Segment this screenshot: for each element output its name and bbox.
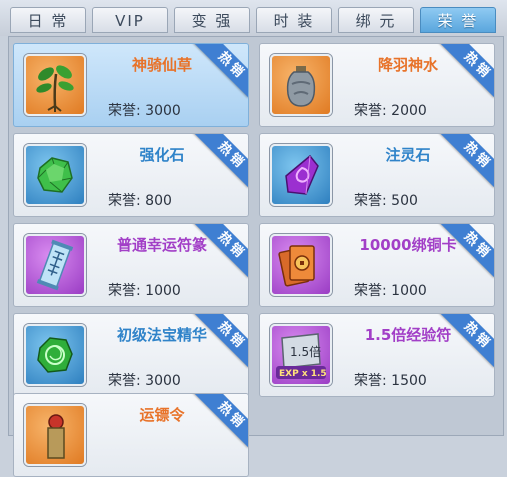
shop-item-card[interactable]: 神骑仙草 荣誉: 3000 热销 xyxy=(13,43,249,127)
shop-item-card[interactable]: 运镖令 热销 xyxy=(13,393,249,477)
item-price: 荣誉: 2000 xyxy=(354,103,427,119)
item-price: 荣誉: 500 xyxy=(354,193,418,209)
luck-scroll-icon xyxy=(24,234,86,296)
tab-vip[interactable]: VIP xyxy=(92,7,168,33)
shop-item-card[interactable]: 1.5倍 EXP x 1.5 1.5倍经验符 荣誉: 1500 热销 xyxy=(259,313,495,397)
shop-item-card[interactable]: 10000绑铜卡 荣誉: 1000 热销 xyxy=(259,223,495,307)
exp-multiplier-label: EXP x 1.5 xyxy=(279,369,327,379)
shop-item-card[interactable]: 初级法宝精华 荣誉: 3000 热销 xyxy=(13,313,249,397)
shop-item-card[interactable]: 强化石 荣誉: 800 热销 xyxy=(13,133,249,217)
shop-item-card[interactable]: 注灵石 荣誉: 500 热销 xyxy=(259,133,495,217)
purple-crystal-icon xyxy=(270,144,332,206)
item-price: 荣誉: 3000 xyxy=(108,373,181,389)
jade-orb-icon xyxy=(24,324,86,386)
shop-item-card[interactable]: 普通幸运符篆 荣誉: 1000 热销 xyxy=(13,223,249,307)
talisman-label: 1.5倍 xyxy=(290,344,321,359)
escort-token-icon xyxy=(24,404,86,466)
tab-strengthen[interactable]: 变 强 xyxy=(174,7,250,33)
tab-bar: 日 常 VIP 变 强 时 装 绑 元 荣 誉 xyxy=(0,0,507,36)
copper-cards-icon xyxy=(270,234,332,296)
herb-icon xyxy=(24,54,86,116)
shop-item-card[interactable]: 降羽神水 荣誉: 2000 热销 xyxy=(259,43,495,127)
tab-honor[interactable]: 荣 誉 xyxy=(420,7,496,33)
green-gem-icon xyxy=(24,144,86,206)
item-price: 荣誉: 1000 xyxy=(108,283,181,299)
tab-fashion[interactable]: 时 装 xyxy=(256,7,332,33)
item-price: 荣誉: 3000 xyxy=(108,103,181,119)
item-price: 荣誉: 1000 xyxy=(354,283,427,299)
item-price: 荣誉: 800 xyxy=(108,193,172,209)
shop-panel: 神骑仙草 荣誉: 3000 热销 降羽神水 荣誉: 2000 热销 强化石 荣誉… xyxy=(8,36,504,477)
tab-daily[interactable]: 日 常 xyxy=(10,7,86,33)
tab-bound-yuan[interactable]: 绑 元 xyxy=(338,7,414,33)
exp-talisman-icon: 1.5倍 EXP x 1.5 xyxy=(270,324,332,386)
item-price: 荣誉: 1500 xyxy=(354,373,427,389)
potion-jar-icon xyxy=(270,54,332,116)
